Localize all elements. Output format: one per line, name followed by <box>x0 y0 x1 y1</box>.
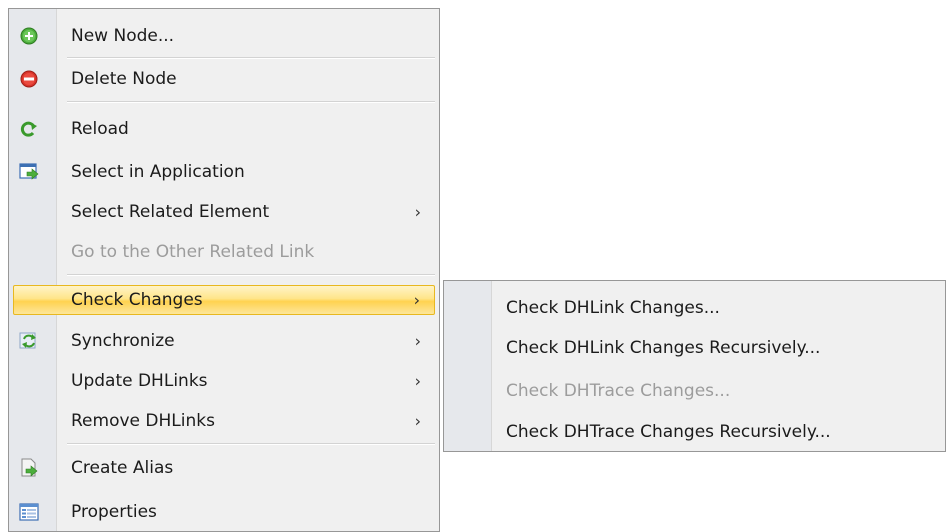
delete-node-icon <box>20 70 38 88</box>
menu-item-new-node[interactable]: New Node... <box>9 21 439 51</box>
submenu-item-check-dhlink-changes-recursively[interactable]: Check DHLink Changes Recursively... <box>444 333 945 363</box>
menu-item-label: Go to the Other Related Link <box>71 242 315 262</box>
create-alias-icon <box>21 458 38 477</box>
submenu-arrow-icon: › <box>414 411 421 431</box>
menu-item-remove-dhlinks[interactable]: Remove DHLinks › <box>9 406 439 436</box>
submenu-arrow-icon: › <box>413 290 420 310</box>
menu-item-synchronize[interactable]: Synchronize › <box>9 326 439 356</box>
menu-separator <box>67 443 435 445</box>
menu-item-update-dhlinks[interactable]: Update DHLinks › <box>9 366 439 396</box>
menu-item-check-changes[interactable]: Check Changes › <box>13 285 435 315</box>
menu-item-label: Select Related Element <box>71 202 270 222</box>
menu-item-reload[interactable]: Reload <box>9 114 439 144</box>
submenu-arrow-icon: › <box>414 371 421 391</box>
menu-separator <box>67 57 435 59</box>
menu-item-delete-node[interactable]: Delete Node <box>9 64 439 94</box>
submenu-item-check-dhlink-changes[interactable]: Check DHLink Changes... <box>444 293 945 323</box>
menu-item-properties[interactable]: Properties <box>9 497 439 527</box>
menu-item-label: Reload <box>71 119 129 139</box>
menu-item-label: Properties <box>71 502 157 522</box>
menu-item-label: Delete Node <box>71 69 177 89</box>
menu-separator <box>67 101 435 103</box>
submenu-item-check-dhtrace-changes: Check DHTrace Changes... <box>444 376 945 406</box>
menu-item-go-to-other-related-link: Go to the Other Related Link <box>9 237 439 267</box>
properties-icon <box>19 503 39 521</box>
menu-item-label: Check DHLink Changes Recursively... <box>506 338 821 358</box>
menu-item-label: Remove DHLinks <box>71 411 215 431</box>
menu-item-label: Check DHTrace Changes... <box>506 381 731 401</box>
add-node-icon <box>20 27 38 45</box>
menu-separator <box>67 274 435 276</box>
menu-item-create-alias[interactable]: Create Alias <box>9 453 439 483</box>
synchronize-icon <box>19 332 36 349</box>
menu-item-label: Check DHTrace Changes Recursively... <box>506 422 831 442</box>
menu-item-select-related-element[interactable]: Select Related Element › <box>9 197 439 227</box>
menu-item-select-in-application[interactable]: Select in Application <box>9 157 439 187</box>
check-changes-submenu: Check DHLink Changes... Check DHLink Cha… <box>443 280 946 452</box>
menu-item-label: Check DHLink Changes... <box>506 298 720 318</box>
select-in-application-icon <box>19 163 39 180</box>
menu-item-label: Create Alias <box>71 458 174 478</box>
menu-item-label: New Node... <box>71 26 175 46</box>
menu-item-label: Check Changes <box>71 290 203 310</box>
submenu-arrow-icon: › <box>414 331 421 351</box>
menu-item-label: Update DHLinks <box>71 371 208 391</box>
menu-item-label: Synchronize <box>71 331 175 351</box>
reload-icon <box>20 121 37 137</box>
submenu-arrow-icon: › <box>414 202 421 222</box>
submenu-item-check-dhtrace-changes-recursively[interactable]: Check DHTrace Changes Recursively... <box>444 417 945 447</box>
context-menu: New Node... Delete Node Reload Select in… <box>8 8 440 532</box>
menu-item-label: Select in Application <box>71 162 245 182</box>
